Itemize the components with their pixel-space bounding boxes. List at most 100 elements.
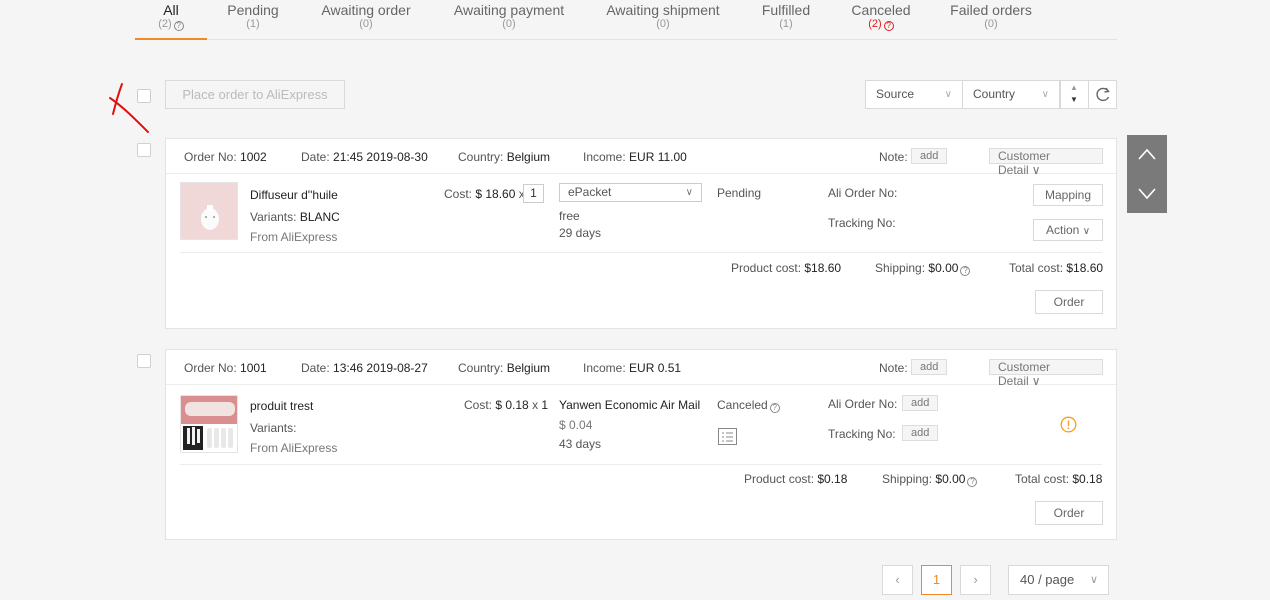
refresh-button[interactable] [1088,80,1117,109]
order-status: Pending [717,186,762,200]
tab-count: (0) [656,18,670,30]
add-ali-order-button[interactable]: add [902,395,939,411]
income-label: Income: [583,150,626,164]
date-label: Date: [301,150,330,164]
page-number-button[interactable]: 1 [921,565,952,595]
question-icon: ? [960,266,971,276]
order-button[interactable]: Order [1035,290,1103,314]
customer-detail-button[interactable]: Customer Detail ∨ [989,359,1103,388]
question-icon: ? [173,21,184,31]
question-icon: ? [967,477,978,487]
product-name[interactable]: Diffuseur d''huile [250,188,338,202]
tab-awaiting-order[interactable]: Awaiting order (0) [315,0,417,40]
order-income-value: EUR 0.51 [629,361,682,375]
tab-count: (2) [158,18,172,30]
scroll-up-button[interactable] [1127,135,1167,174]
next-page-button[interactable]: › [960,565,991,595]
product-image [180,182,238,240]
cost-label: Cost: [444,187,473,201]
add-note-button[interactable]: add [911,148,948,164]
order-checkbox[interactable] [137,354,151,368]
source-select-label: Source [876,87,915,101]
shipping-price: free [559,209,580,223]
chevron-down-icon [1138,188,1156,200]
customer-detail-label: Customer Detail [998,360,1051,388]
tab-awaiting-shipment[interactable]: Awaiting shipment (0) [601,0,725,40]
order-header: Order No: 1001 Date: 13:46 2019-08-27 Co… [166,350,1116,388]
chevron-down-icon: ∨ [1089,574,1098,586]
tab-count: (1) [779,18,793,30]
diffuser-image [181,183,237,239]
order-status-tabs: All (2)? Pending (1) Awaiting order (0) … [135,0,1117,40]
tab-label: All [163,2,179,18]
order-income-value: EUR 11.00 [629,150,687,164]
multiply-sign: x [532,398,539,412]
source-select[interactable]: Source ∨ [865,80,963,109]
order-checkbox[interactable] [137,143,151,157]
divider [180,464,1102,465]
country-select[interactable]: Country ∨ [962,80,1060,109]
product-source: From AliExpress [250,230,338,244]
customer-detail-button[interactable]: Customer Detail ∨ [989,148,1103,177]
select-all-checkbox[interactable] [137,89,151,103]
product-image [180,395,238,453]
tab-count: (2) [868,18,882,30]
tab-failed-orders[interactable]: Failed orders (0) [945,0,1037,40]
action-button[interactable]: Action ∨ [1033,219,1103,241]
mapping-button[interactable]: Mapping [1033,184,1103,206]
tab-count: (0) [984,18,998,30]
chevron-down-icon: ∨ [1082,226,1091,237]
refresh-icon [1096,87,1110,102]
quantity-value: 1 [541,398,549,412]
scroll-down-button[interactable] [1127,174,1167,213]
tab-canceled[interactable]: Canceled (2)? [847,0,915,40]
chevron-down-icon: ∨ [1031,163,1041,177]
tab-label: Awaiting payment [453,2,565,18]
tab-label: Failed orders [950,2,1032,18]
tab-pending[interactable]: Pending (1) [217,0,289,40]
action-label: Action [1045,223,1080,237]
product-cost-value: $18.60 [804,261,842,275]
shipping-days: 29 days [559,226,602,240]
tab-label: Canceled [851,2,911,18]
variants-label: Variants: [250,210,297,224]
add-note-button[interactable]: add [911,359,948,375]
order-no-value: 1002 [240,150,267,164]
variant-value: BLANC [299,210,340,224]
income-label: Income: [583,361,626,375]
quantity-input[interactable]: 1 [523,184,544,203]
page-size-select[interactable]: 40 / page ∨ [1008,565,1109,595]
tab-all[interactable]: All (2)? [135,0,207,40]
total-cost-value: $18.60 [1066,261,1104,275]
list-detail-icon[interactable] [718,428,738,446]
tab-awaiting-payment[interactable]: Awaiting payment (0) [449,0,569,40]
total-cost-label: Total cost: [1009,261,1064,275]
shipping-label: Shipping: [875,261,926,275]
total-cost-label: Total cost: [1015,472,1070,486]
tab-label: Fulfilled [761,2,811,18]
chevron-up-icon [1138,148,1156,160]
add-tracking-button[interactable]: add [902,425,939,441]
caret-down-icon: ▼ [1070,95,1078,104]
chevron-right-icon: › [973,572,978,587]
order-no-value: 1001 [240,361,267,375]
sort-toggle-button[interactable]: ▲ ▼ [1060,80,1089,109]
nails-image [181,396,237,452]
cost-value: $ 0.18 [495,398,529,412]
place-order-button[interactable]: Place order to AliExpress [165,80,345,109]
product-cost-label: Product cost: [744,472,815,486]
note-label: Note: [879,361,908,375]
prev-page-button[interactable]: ‹ [882,565,913,595]
tab-fulfilled[interactable]: Fulfilled (1) [755,0,817,40]
country-select-label: Country [973,87,1016,101]
date-label: Date: [301,361,330,375]
tab-label: Awaiting order [321,2,411,18]
order-button[interactable]: Order [1035,501,1103,525]
note-label: Note: [879,150,908,164]
shipping-price: $ 0.04 [559,418,593,432]
warning-icon[interactable] [1060,416,1077,433]
tracking-no-label: Tracking No: [828,216,896,230]
shipping-method-select[interactable]: ePacket ∨ [559,183,702,202]
ali-order-no-label: Ali Order No: [828,397,898,411]
product-name[interactable]: produit trest [250,399,313,413]
